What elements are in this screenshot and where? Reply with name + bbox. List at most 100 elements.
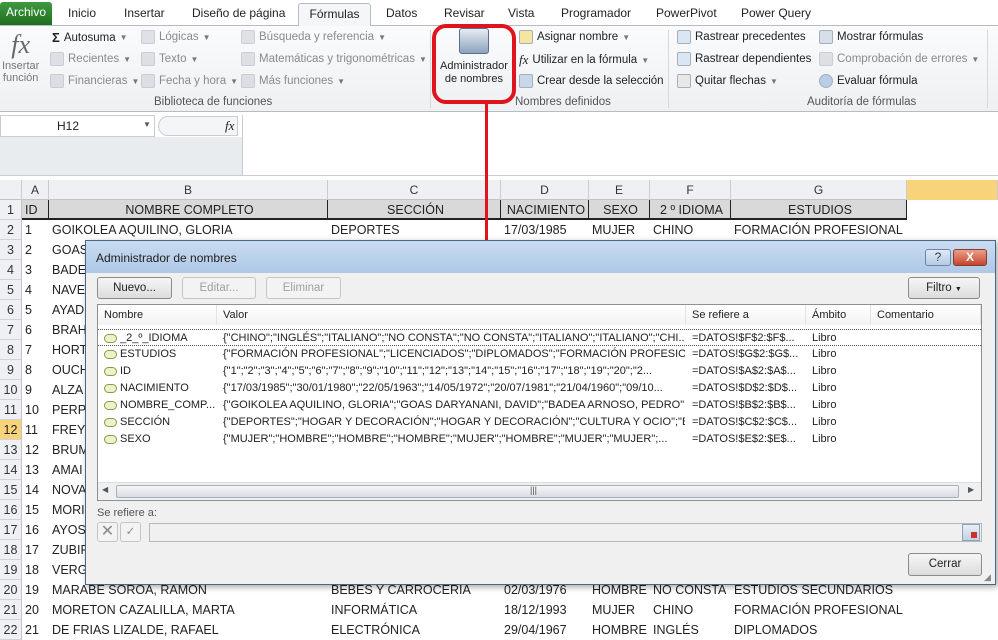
row-header[interactable]: 19 xyxy=(0,560,22,580)
tab-formulas[interactable]: Fórmulas xyxy=(298,3,371,27)
filtro-button[interactable]: Filtro ▼ xyxy=(908,277,980,299)
matematicas-button[interactable]: Matemáticas y trigonométricas ▼ xyxy=(241,52,427,66)
tab-programador[interactable]: Programador xyxy=(555,3,637,26)
row-header[interactable]: 7 xyxy=(0,320,22,340)
cell[interactable]: 9 xyxy=(22,380,49,400)
cerrar-button[interactable]: Cerrar xyxy=(908,553,982,576)
chevron-down-icon[interactable]: ▼ xyxy=(143,120,151,129)
select-all-corner[interactable] xyxy=(0,180,22,200)
header-cell[interactable]: SECCIÓN xyxy=(328,200,501,220)
name-list-item[interactable]: NOMBRE_COMP... {"GOIKOLEA AQUILINO, GLORI… xyxy=(98,397,981,414)
editar-button[interactable]: Editar... xyxy=(182,277,256,299)
cell[interactable]: 3 xyxy=(22,260,49,280)
cell[interactable]: INFORMÁTICA xyxy=(328,600,501,620)
name-list-item[interactable]: SEXO {"MUJER";"HOMBRE";"HOMBRE";"HOMBRE";… xyxy=(98,431,981,448)
logicas-button[interactable]: Lógicas ▼ xyxy=(141,30,211,44)
cell[interactable]: 18 xyxy=(22,560,49,580)
row-header[interactable]: 13 xyxy=(0,440,22,460)
evaluar-formula-button[interactable]: Evaluar fórmula xyxy=(819,74,918,88)
column-header-b[interactable]: B xyxy=(49,180,328,200)
scrollbar-thumb[interactable] xyxy=(116,485,959,498)
cell[interactable]: DEPORTES xyxy=(328,220,501,240)
nuevo-button[interactable]: Nuevo... xyxy=(97,277,172,299)
insert-function-button[interactable]: fx Insertar función xyxy=(2,30,39,84)
name-list-item[interactable]: NACIMIENTO {"17/03/1985";"30/01/1980";"22… xyxy=(98,380,981,397)
cell[interactable]: 13 xyxy=(22,460,49,480)
fecha-hora-button[interactable]: Fecha y hora ▼ xyxy=(141,74,238,88)
asignar-nombre-button[interactable]: Asignar nombre ▼ xyxy=(519,30,630,44)
names-list[interactable]: Nombre Valor Se refiere a Ámbito Comenta… xyxy=(97,304,982,501)
column-header-f[interactable]: F xyxy=(650,180,731,200)
tab-inicio[interactable]: Inicio xyxy=(62,3,102,26)
help-button[interactable]: ? xyxy=(925,249,951,266)
cancel-edit-icon[interactable]: ✕ xyxy=(97,522,118,542)
header-cell[interactable]: ID xyxy=(22,200,49,220)
row-header[interactable]: 10 xyxy=(0,380,22,400)
name-list-item[interactable]: ID {"1";"2";"3";"4";"5";"6";"7";"8";"9";"… xyxy=(98,363,981,380)
cell[interactable]: 20 xyxy=(22,600,49,620)
cell[interactable]: CHINO xyxy=(650,220,731,240)
row-header[interactable]: 5 xyxy=(0,280,22,300)
cell[interactable]: 6 xyxy=(22,320,49,340)
row-header[interactable]: 6 xyxy=(0,300,22,320)
column-header-c[interactable]: C xyxy=(328,180,501,200)
scroll-left-icon[interactable]: ◀ xyxy=(102,485,108,494)
row-header[interactable]: 22 xyxy=(0,620,22,640)
row-header[interactable]: 8 xyxy=(0,340,22,360)
tab-vista[interactable]: Vista xyxy=(502,3,540,26)
row-header[interactable]: 2 xyxy=(0,220,22,240)
column-header-h-selected[interactable] xyxy=(907,180,998,200)
resize-grip-icon[interactable]: ◢ xyxy=(984,572,991,583)
cell[interactable]: ELECTRÓNICA xyxy=(328,620,501,640)
column-header-g[interactable]: G xyxy=(731,180,907,200)
cell[interactable]: 2 xyxy=(22,240,49,260)
tab-revisar[interactable]: Revisar xyxy=(438,3,491,26)
column-header-d[interactable]: D xyxy=(501,180,589,200)
horizontal-scrollbar[interactable]: ◀ ||| ▶ xyxy=(98,482,981,500)
cell[interactable]: HOMBRE xyxy=(589,620,650,640)
mostrar-formulas-button[interactable]: Mostrar fórmulas xyxy=(819,30,923,44)
cell[interactable]: 19 xyxy=(22,580,49,600)
header-cell[interactable]: ESTUDIOS xyxy=(731,200,907,220)
cell[interactable]: FORMACIÓN PROFESIONAL xyxy=(731,220,907,240)
dialog-title-bar[interactable]: Administrador de nombres ? X xyxy=(86,241,995,273)
list-header-comentario[interactable]: Comentario xyxy=(871,305,981,325)
row-header[interactable]: 11 xyxy=(0,400,22,420)
mas-funciones-button[interactable]: Más funciones ▼ xyxy=(241,74,345,88)
cell[interactable]: 18/12/1993 xyxy=(501,600,589,620)
row-header[interactable]: 12 xyxy=(0,420,22,440)
quitar-flechas-button[interactable]: Quitar flechas ▼ xyxy=(677,74,778,88)
cell[interactable]: 8 xyxy=(22,360,49,380)
tab-power-query[interactable]: Power Query xyxy=(735,3,817,26)
cell[interactable]: DIPLOMADOS xyxy=(731,620,907,640)
eliminar-button[interactable]: Eliminar xyxy=(266,277,341,299)
name-list-item[interactable]: ESTUDIOS {"FORMACIÓN PROFESIONAL";"LICENC… xyxy=(98,346,981,363)
row-header[interactable]: 18 xyxy=(0,540,22,560)
row-header[interactable]: 20 xyxy=(0,580,22,600)
rastrear-dependientes-button[interactable]: Rastrear dependientes xyxy=(677,52,811,66)
row-header[interactable]: 3 xyxy=(0,240,22,260)
header-cell[interactable]: SEXO xyxy=(589,200,650,220)
cell[interactable]: INGLÉS xyxy=(650,620,731,640)
row-header[interactable]: 9 xyxy=(0,360,22,380)
cell[interactable]: 11 xyxy=(22,420,49,440)
tab-diseno-pagina[interactable]: Diseño de página xyxy=(186,3,291,26)
header-cell[interactable]: NOMBRE COMPLETO xyxy=(49,200,328,220)
column-header-e[interactable]: E xyxy=(589,180,650,200)
name-list-item[interactable]: _2_º_IDIOMA {"CHINO";"INGLÉS";"ITALIANO";… xyxy=(98,329,981,346)
cell[interactable]: CHINO xyxy=(650,600,731,620)
cell[interactable]: MUJER xyxy=(589,600,650,620)
formula-input[interactable] xyxy=(242,115,998,175)
header-cell[interactable]: 2 º IDIOMA xyxy=(650,200,731,220)
list-header-se-refiere[interactable]: Se refiere a xyxy=(686,305,806,325)
recientes-button[interactable]: Recientes ▼ xyxy=(50,52,131,66)
cell[interactable]: 5 xyxy=(22,300,49,320)
list-header-nombre[interactable]: Nombre xyxy=(98,305,217,325)
tab-powerpivot[interactable]: PowerPivot xyxy=(650,3,723,26)
cell[interactable]: GOIKOLEA AQUILINO, GLORIA xyxy=(49,220,328,240)
name-list-item[interactable]: SECCIÓN {"DEPORTES";"HOGAR Y DECORACIÓN";… xyxy=(98,414,981,431)
cell[interactable]: 7 xyxy=(22,340,49,360)
list-header-ambito[interactable]: Ámbito xyxy=(806,305,871,325)
row-header[interactable]: 1 xyxy=(0,200,22,220)
refers-to-input[interactable] xyxy=(149,523,982,542)
